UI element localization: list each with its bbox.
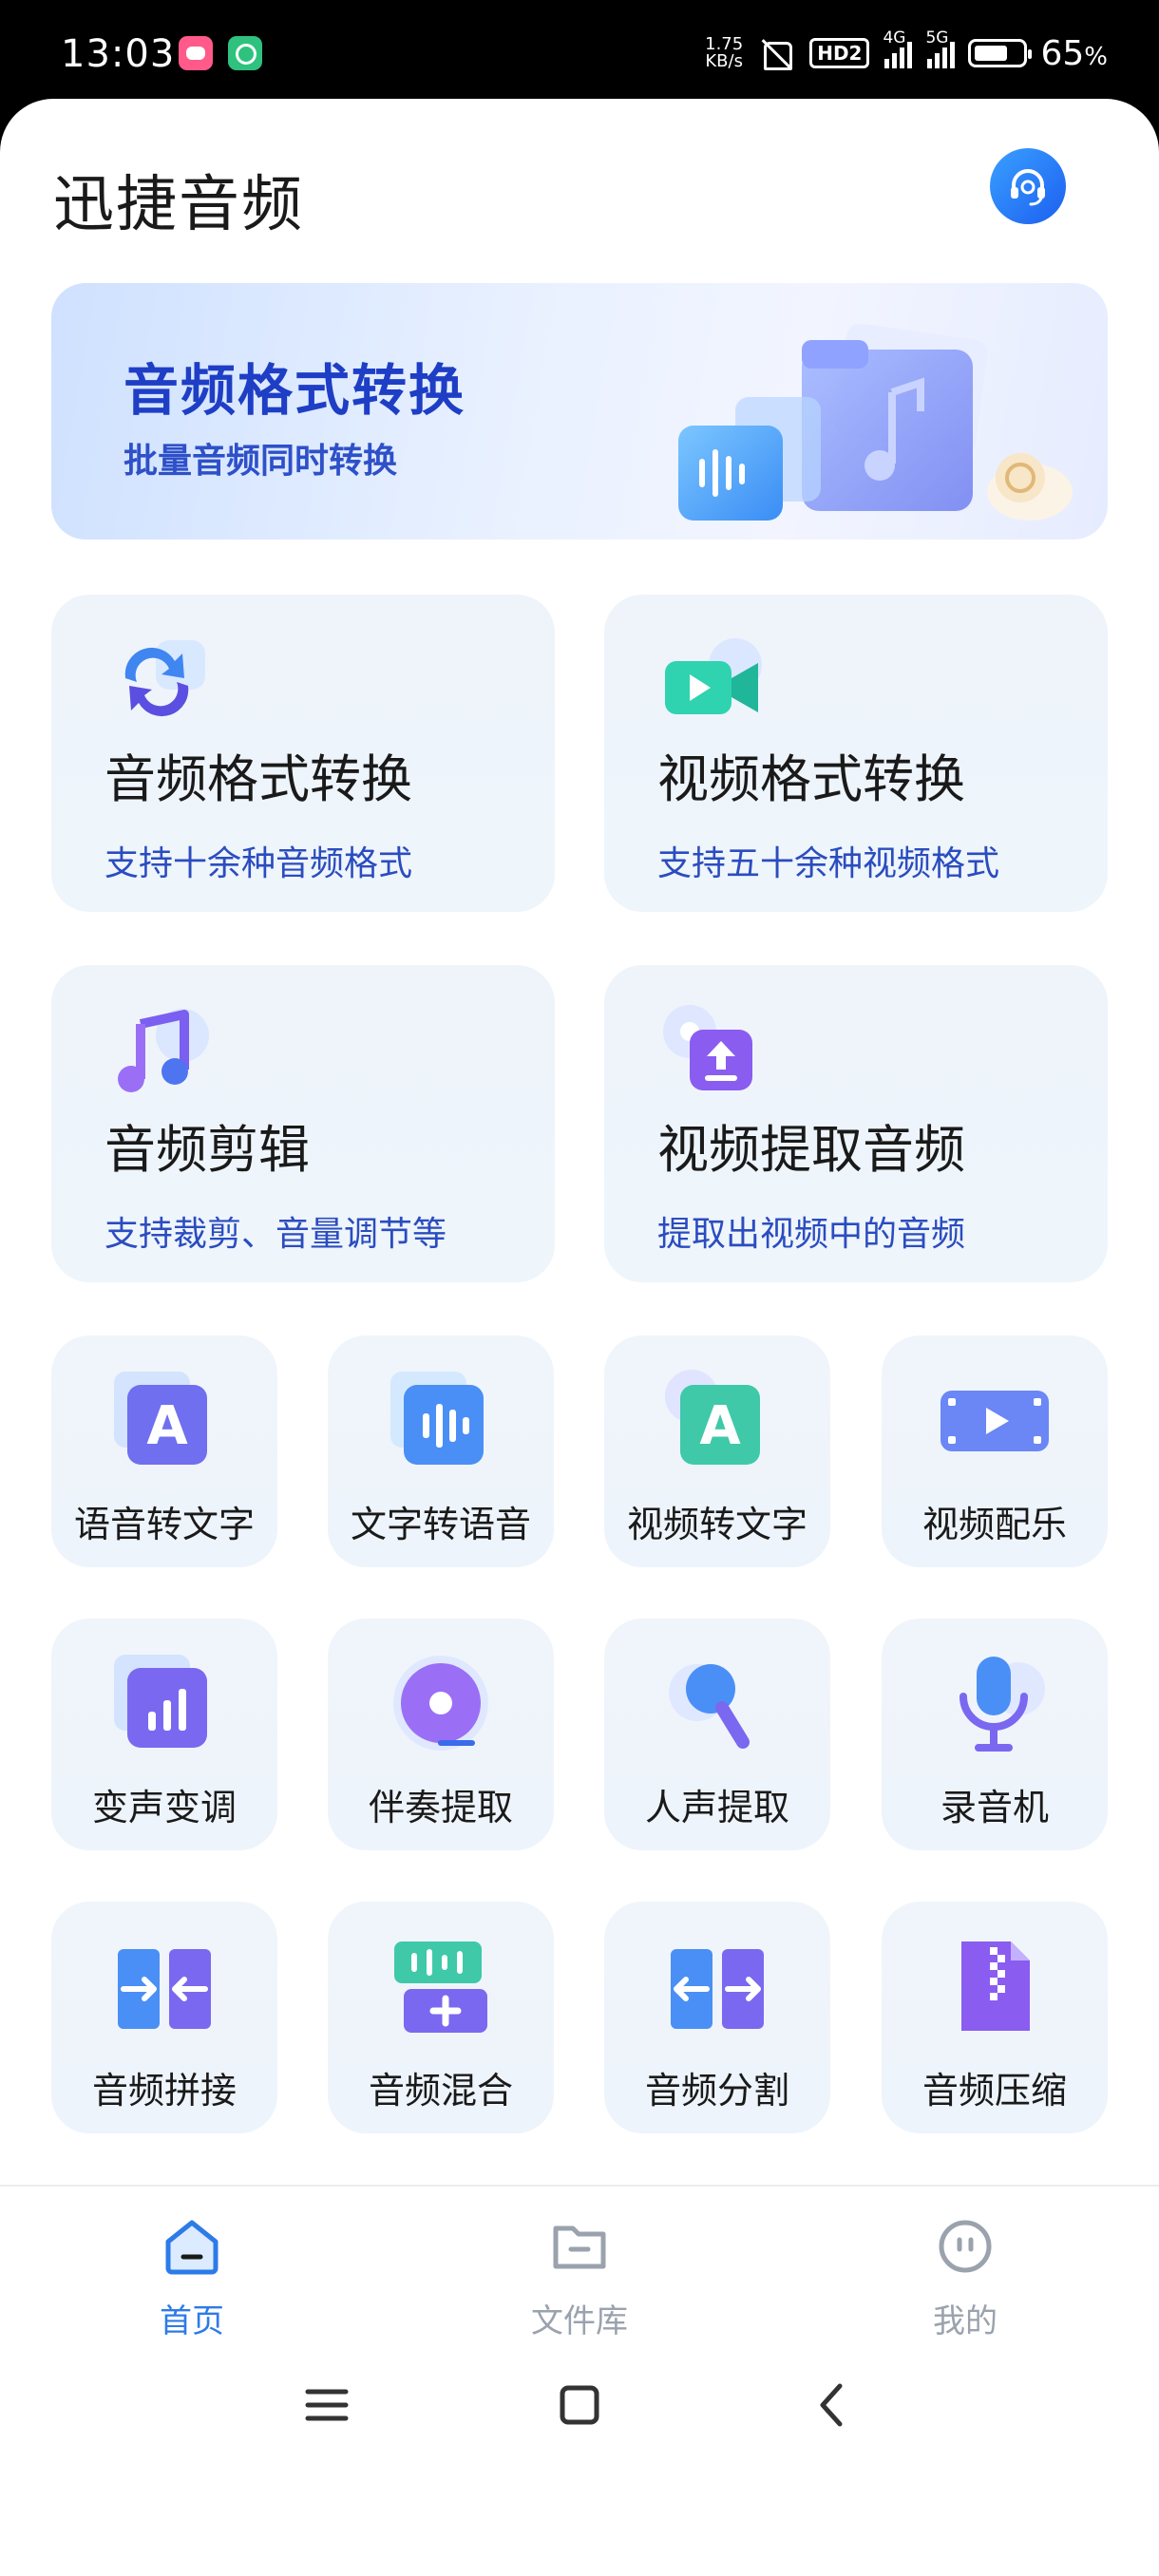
tool-accompaniment-extract[interactable]: 伴奏提取 (328, 1619, 554, 1850)
feature-card-audio-convert[interactable]: 音频格式转换 支持十余种音频格式 (51, 595, 555, 912)
battery-icon (968, 39, 1033, 67)
folder-icon (553, 2226, 606, 2269)
tool-audio-split[interactable]: 音频分割 (604, 1902, 830, 2133)
tool-audio-mix[interactable]: 音频混合 (328, 1902, 554, 2133)
sim1-label: 4G (883, 28, 906, 47)
tool-vocal-extract[interactable]: 人声提取 (604, 1619, 830, 1850)
feature-title: 音频格式转换 (104, 749, 412, 809)
status-bar: 13:03 1.75 KB/s HD2 4G 5G 65% (0, 0, 1159, 106)
notification-app-icon-2 (228, 36, 262, 70)
banner-title: 音频格式转换 (124, 358, 466, 423)
status-indicators: 1.75 KB/s HD2 4G 5G 65% (705, 28, 1108, 78)
feature-card-video-convert[interactable]: 视频格式转换 支持五十余种视频格式 (604, 595, 1108, 912)
tool-text-to-speech[interactable]: 文字转语音 (328, 1335, 554, 1567)
notification-app-icon (179, 36, 213, 70)
home-screen: 迅捷音频 音频格式转换 批量音频同时转换 音频格式转换 支持十余种音频格式 视频… (0, 99, 1159, 2576)
sim2-label: 5G (925, 28, 949, 47)
video-camera-icon (665, 638, 762, 714)
tool-label: 伴奏提取 (368, 1787, 513, 1828)
tool-speech-to-text[interactable]: A 语音转文字 (51, 1335, 277, 1567)
feature-title: 视频格式转换 (657, 749, 965, 809)
hd-voice-badge: HD2 (809, 38, 870, 68)
promo-banner[interactable]: 音频格式转换 批量音频同时转换 (51, 283, 1108, 540)
home-icon (165, 2220, 218, 2275)
tool-label: 视频转文字 (626, 1504, 808, 1545)
tool-audio-compress[interactable]: 音频压缩 (882, 1902, 1108, 2133)
folder-music-illustration (678, 323, 1073, 521)
mix-plus-icon (394, 1941, 487, 2033)
nav-profile[interactable]: 我的 (870, 2217, 1060, 2341)
tool-label: 人声提取 (644, 1787, 789, 1828)
headset-icon (1011, 169, 1045, 206)
feature-subtitle: 支持十余种音频格式 (104, 844, 413, 883)
feature-title: 音频剪辑 (104, 1120, 310, 1180)
upload-extract-icon (663, 1005, 752, 1090)
banner-subtitle: 批量音频同时转换 (124, 442, 398, 481)
tool-recorder[interactable]: 录音机 (882, 1619, 1108, 1850)
letter-a-icon: A (114, 1372, 207, 1465)
tool-label: 录音机 (940, 1787, 1049, 1828)
feature-subtitle: 支持裁剪、音量调节等 (104, 1215, 447, 1254)
zip-file-icon (961, 1941, 1030, 2031)
tool-label: 音频拼接 (91, 2070, 237, 2112)
tool-audio-join[interactable]: 音频拼接 (51, 1902, 277, 2133)
mute-icon (756, 38, 796, 70)
signal-4g-icon: 4G (883, 28, 913, 68)
feature-subtitle: 提取出视频中的音频 (657, 1215, 966, 1254)
network-speed: 1.75 KB/s (705, 36, 743, 70)
home-square-icon[interactable] (551, 2377, 608, 2434)
waveform-icon (390, 1372, 484, 1465)
signal-5g-icon: 5G (925, 28, 956, 68)
svg-text:A: A (146, 1395, 188, 1457)
status-time: 13:03 (61, 32, 176, 76)
microphone-ball-icon (669, 1664, 750, 1749)
feature-title: 视频提取音频 (657, 1120, 965, 1180)
letter-a-video-icon: A (665, 1370, 760, 1465)
tool-label: 变声变调 (91, 1787, 237, 1828)
tool-label: 文字转语音 (350, 1504, 531, 1545)
nav-label: 文件库 (531, 2302, 628, 2340)
svg-text:A: A (699, 1395, 741, 1457)
audio-convert-icon (124, 640, 205, 717)
tool-video-music[interactable]: 视频配乐 (882, 1335, 1108, 1567)
tool-label: 视频配乐 (922, 1504, 1067, 1545)
nav-home[interactable]: 首页 (97, 2217, 287, 2341)
tool-label: 音频分割 (644, 2070, 789, 2112)
profile-face-icon (939, 2220, 992, 2273)
tool-label: 音频压缩 (922, 2070, 1067, 2112)
music-note-icon (118, 1009, 209, 1092)
microphone-icon (960, 1657, 1045, 1752)
vinyl-disc-icon (393, 1656, 488, 1751)
bar-chart-icon (114, 1655, 207, 1748)
customer-service-button[interactable] (990, 148, 1066, 224)
tool-label: 音频混合 (368, 2070, 513, 2112)
nav-label: 我的 (933, 2302, 998, 2340)
feature-card-video-extract-audio[interactable]: 视频提取音频 提取出视频中的音频 (604, 965, 1108, 1282)
menu-icon[interactable] (298, 2377, 355, 2434)
tool-label: 语音转文字 (73, 1504, 255, 1545)
film-play-icon (940, 1391, 1049, 1451)
bottom-navigation: 首页 文件库 我的 (0, 2185, 1159, 2576)
nav-label: 首页 (160, 2302, 224, 2340)
split-arrows-icon (671, 1949, 764, 2029)
battery-percent: 65% (1040, 33, 1108, 73)
feature-subtitle: 支持五十余种视频格式 (657, 844, 1000, 883)
merge-arrows-icon (118, 1949, 211, 2029)
page-title: 迅捷音频 (53, 170, 304, 240)
tool-video-to-text[interactable]: A 视频转文字 (604, 1335, 830, 1567)
nav-file-library[interactable]: 文件库 (484, 2217, 674, 2341)
tool-voice-change[interactable]: 变声变调 (51, 1619, 277, 1850)
back-icon[interactable] (804, 2377, 861, 2434)
feature-card-audio-edit[interactable]: 音频剪辑 支持裁剪、音量调节等 (51, 965, 555, 1282)
network-speed-unit: KB/s (705, 51, 743, 71)
